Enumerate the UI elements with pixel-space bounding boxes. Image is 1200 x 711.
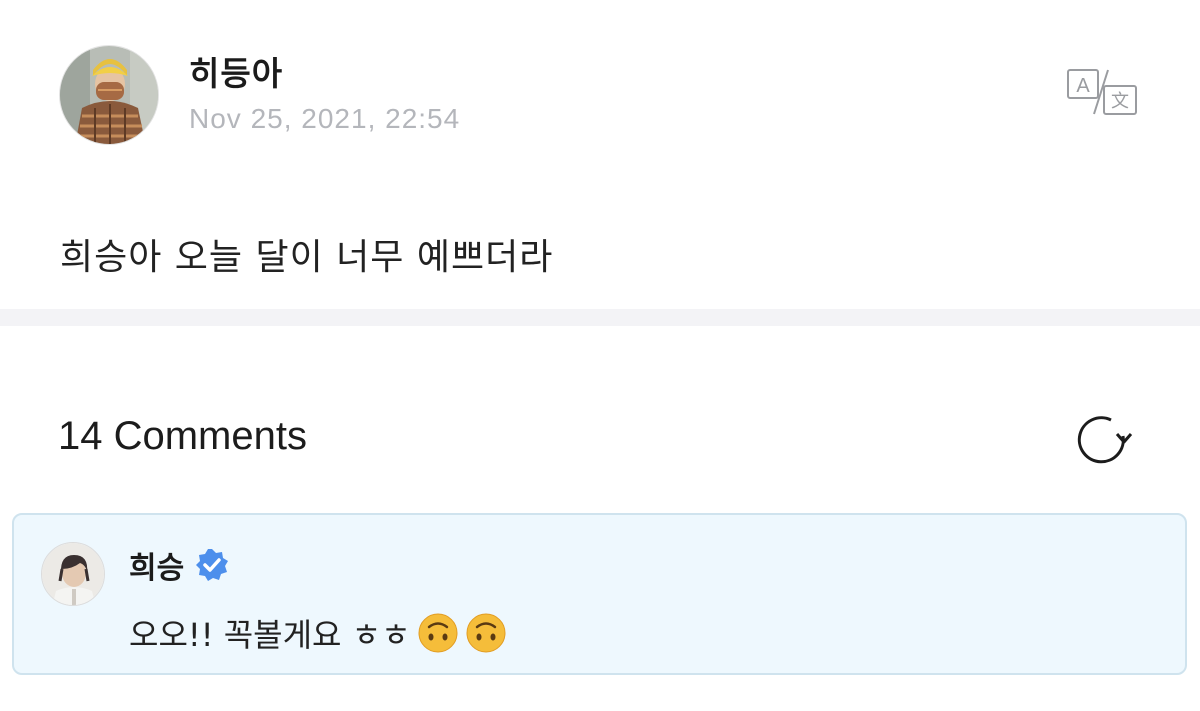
comment-author-avatar[interactable] — [41, 542, 105, 606]
refresh-icon — [1077, 416, 1133, 464]
avatar-photo — [60, 46, 158, 144]
svg-text:A: A — [1076, 75, 1090, 97]
translate-button[interactable]: A 文 — [1064, 66, 1140, 118]
svg-text:文: 文 — [1111, 91, 1129, 112]
refresh-button[interactable] — [1073, 412, 1133, 468]
section-divider — [0, 309, 1200, 326]
post-body-text: 희승아 오늘 달이 너무 예쁘더라 — [60, 237, 554, 278]
post-author-name[interactable]: 히등아 — [189, 47, 283, 95]
upside-down-face-icon — [466, 613, 506, 653]
post-header: 히등아 Nov 25, 2021, 22:54 A 文 — [0, 0, 1200, 180]
comments-count-title: 14 Comments — [58, 414, 307, 458]
comment-author-row: 희승 — [129, 543, 230, 587]
verified-badge-icon — [196, 549, 229, 581]
comment-author-name[interactable]: 희승 — [129, 543, 184, 587]
translate-icon: A 文 — [1067, 69, 1137, 115]
comment-text: 오오!! 꼭볼게요 ㅎㅎ — [129, 610, 507, 656]
post-page: 히등아 Nov 25, 2021, 22:54 A 文 희승아 오늘 달이 너무… — [0, 0, 1200, 711]
upside-down-face-icon — [418, 613, 458, 653]
post-timestamp: Nov 25, 2021, 22:54 — [189, 103, 461, 134]
avatar-photo — [42, 543, 104, 605]
post-author-avatar[interactable] — [59, 45, 159, 145]
comment-card: 희승 오오!! 꼭볼게요 ㅎㅎ — [12, 513, 1187, 675]
comment-text-content: 오오!! 꼭볼게요 ㅎㅎ — [129, 616, 411, 654]
